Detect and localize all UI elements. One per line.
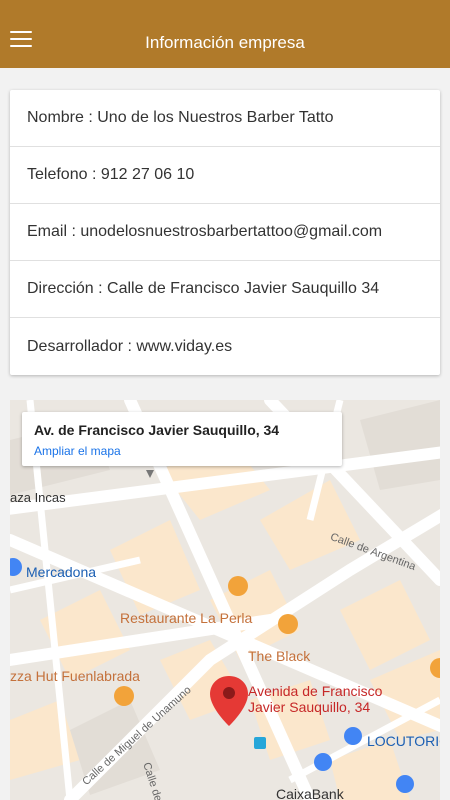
info-row-email[interactable]: Email : unodelosnuestrosbarbertattoo@gma… xyxy=(10,204,440,261)
info-row-nombre: Nombre : Uno de los Nuestros Barber Tatt… xyxy=(10,90,440,147)
map-label-locutorio: LOCUTORIO xyxy=(367,733,440,749)
map-label-caixabank: CaixaBank xyxy=(276,786,344,800)
info-row-direccion: Dirección : Calle de Francisco Javier Sa… xyxy=(10,261,440,318)
map-pin-label: Avenida de Francisco Javier Sauquillo, 3… xyxy=(248,683,382,715)
map-pin-label-line1: Avenida de Francisco xyxy=(248,683,383,699)
map-label-plaza: aza Incas xyxy=(10,490,66,505)
company-info-card: Nombre : Uno de los Nuestros Barber Tatt… xyxy=(10,90,440,375)
map-info-card: Av. de Francisco Javier Sauquillo, 34 Am… xyxy=(22,412,342,466)
map-pin-label-line2: Javier Sauquillo, 34 xyxy=(248,699,371,715)
map-label-mercadona: Mercadona xyxy=(26,564,97,580)
map-label-the-black: The Black xyxy=(248,648,311,664)
page-title: Información empresa xyxy=(145,33,305,52)
map-card-address: Av. de Francisco Javier Sauquillo, 34 xyxy=(34,422,280,438)
embedded-map[interactable]: Av. de Francisco Javier Sauquillo, 34 Am… xyxy=(10,400,440,800)
enlarge-map-link[interactable]: Ampliar el mapa xyxy=(34,444,121,458)
app-header: Información empresa xyxy=(0,0,450,68)
map-label-restaurante: Restaurante La Perla xyxy=(120,610,253,626)
map-label-pizza-hut: zza Hut Fuenlabrada xyxy=(10,668,140,684)
info-row-telefono[interactable]: Telefono : 912 27 06 10 xyxy=(10,147,440,204)
info-row-desarrollador[interactable]: Desarrollador : www.viday.es xyxy=(10,318,440,375)
